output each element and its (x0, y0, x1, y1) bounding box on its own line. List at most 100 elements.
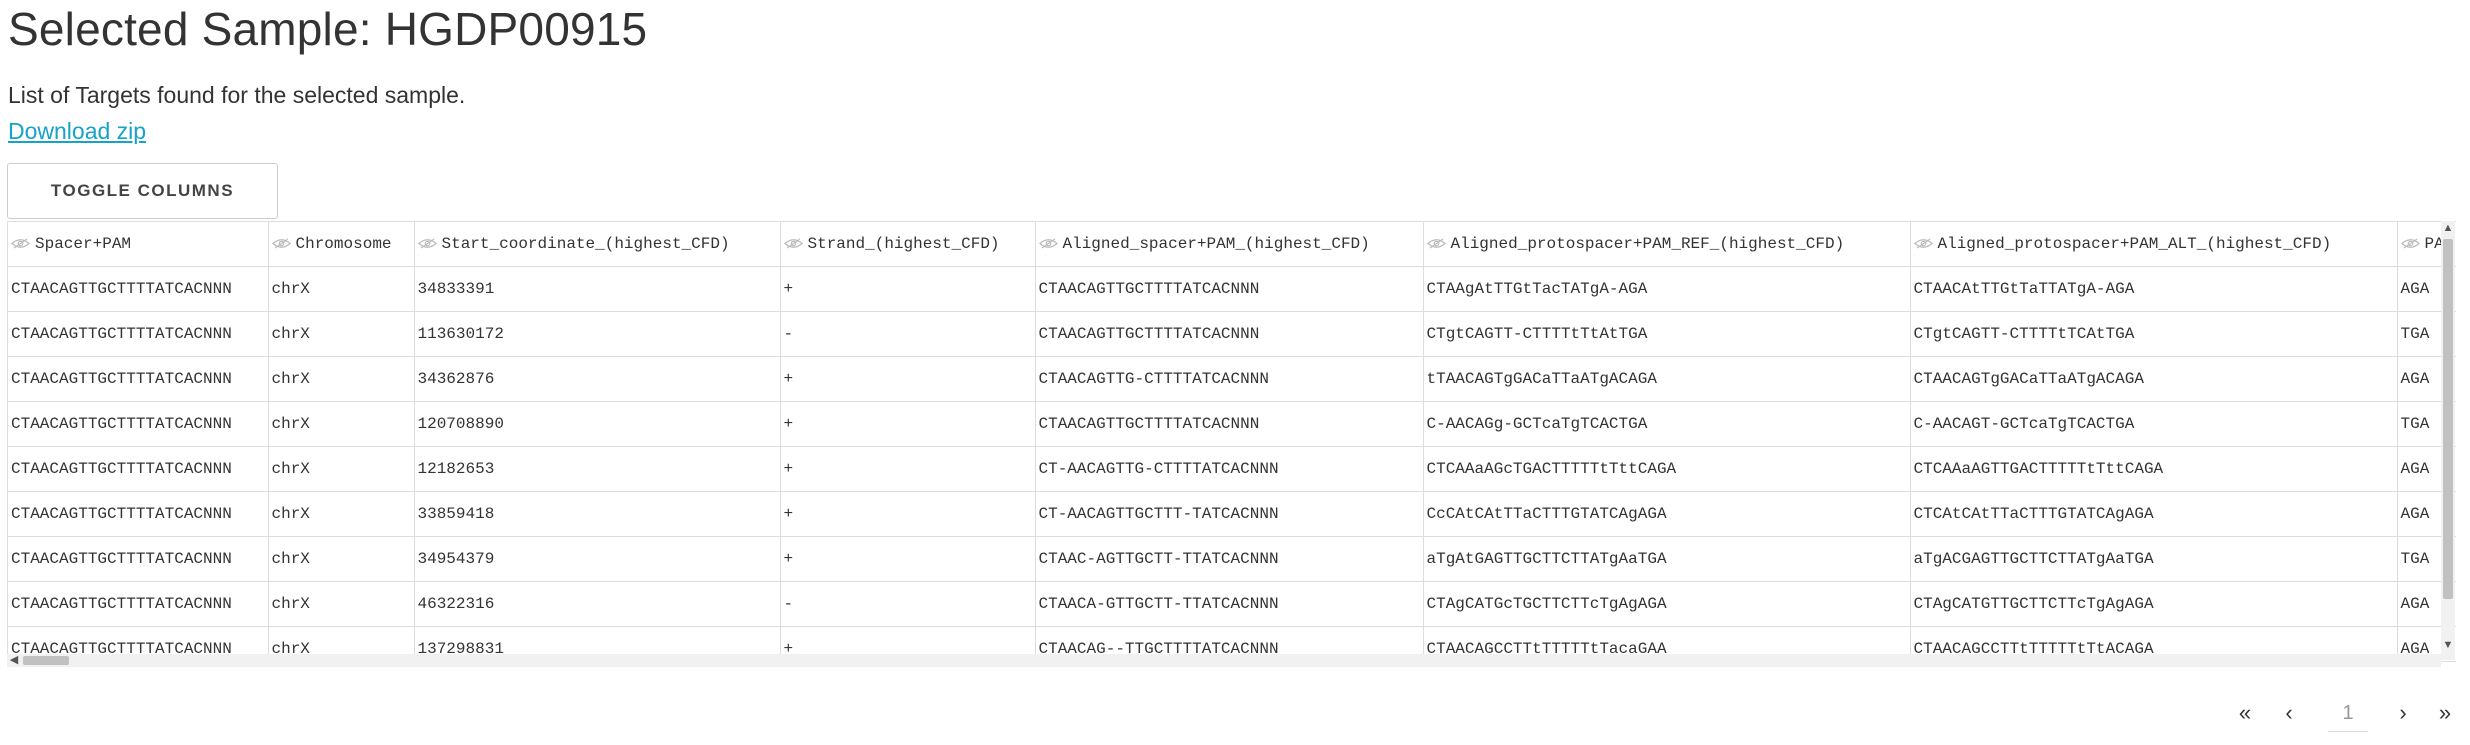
targets-table: Spacer+PAM Chromosome Start_coordinate_(hi… (8, 222, 2456, 661)
table-cell: tTAACAGTgGACaTTaATgACAGA (1423, 356, 1911, 402)
column-header[interactable]: Aligned_protospacer+PAM_REF_(highest_CFD… (1423, 222, 1911, 267)
column-header[interactable]: Aligned_spacer+PAM_(highest_CFD) (1035, 222, 1424, 267)
table-cell: 46322316 (414, 581, 781, 627)
table-cell: + (780, 491, 1036, 537)
table-cell: chrX (268, 356, 415, 402)
table-cell: 33859418 (414, 491, 781, 537)
column-header-label: Aligned_protospacer+PAM_REF_(highest_CFD… (1450, 235, 1845, 253)
table-cell: chrX (268, 446, 415, 492)
table-cell: CTAACAtTTGtTaTTATgA-AGA (1910, 266, 2398, 312)
table-cell: aTgACGAGTTGCTTCTTATgAaTGA (1910, 536, 2398, 582)
table-cell: CTCAAaAGcTGACTTTTTtTttCAGA (1423, 446, 1911, 492)
table-row: CTAACAGTTGCTTTTATCACNNN chrX 120708890 + CTA… (8, 401, 2456, 447)
last-page-button[interactable]: » (2432, 695, 2458, 731)
current-page-number[interactable]: 1 (2328, 695, 2368, 732)
column-header-label: Aligned_protospacer+PAM_ALT_(highest_CFD… (1937, 235, 2332, 253)
table-cell: CTAACAGTTG-CTTTTATCACNNN (1035, 356, 1424, 402)
horizontal-scrollbar[interactable]: ◀ (7, 654, 2441, 667)
first-page-button[interactable]: « (2232, 695, 2258, 731)
table-row: CTAACAGTTGCTTTTATCACNNN chrX 34362876 + CTAA… (8, 356, 2456, 402)
column-header[interactable]: Chromosome (268, 222, 415, 267)
column-header-label: Strand_(highest_CFD) (807, 235, 1000, 253)
eye-slash-icon[interactable] (783, 238, 803, 249)
table-cell: + (780, 356, 1036, 402)
column-header-label: Chromosome (295, 235, 392, 253)
table-cell: CTAACAGTTGCTTTTATCACNNN (1035, 266, 1424, 312)
column-header[interactable]: Strand_(highest_CFD) (780, 222, 1036, 267)
vertical-scrollbar[interactable]: ▲ ▼ (2441, 221, 2455, 660)
table-cell: + (780, 536, 1036, 582)
toggle-columns-button[interactable]: TOGGLE COLUMNS (7, 163, 278, 219)
scroll-down-icon[interactable]: ▼ (2441, 638, 2455, 652)
eye-slash-icon[interactable] (11, 238, 30, 249)
table-cell: CTAACAGTTGCTTTTATCACNNN (8, 356, 269, 402)
table-cell: C-AACAGg-GCTcaTgTCACTGA (1423, 401, 1911, 447)
next-page-button[interactable]: › (2390, 695, 2416, 731)
page-title: Selected Sample: HGDP00915 (8, 3, 648, 55)
scroll-up-icon[interactable]: ▲ (2441, 221, 2455, 235)
table-row: CTAACAGTTGCTTTTATCACNNN chrX 33859418 + CT-A… (8, 491, 2456, 537)
table-header-row: Spacer+PAM Chromosome Start_coordinate_(hi… (8, 222, 2456, 267)
column-header-label: Aligned_spacer+PAM_(highest_CFD) (1062, 235, 1370, 253)
horizontal-scroll-thumb[interactable] (23, 656, 69, 665)
table-cell: - (780, 311, 1036, 357)
table-cell: CTAACAGTTGCTTTTATCACNNN (8, 446, 269, 492)
table-cell: CTAACA-GTTGCTT-TTATCACNNN (1035, 581, 1424, 627)
column-header[interactable]: Spacer+PAM (8, 222, 269, 267)
table-cell: CTAACAGTTGCTTTTATCACNNN (1035, 311, 1424, 357)
table-cell: 34833391 (414, 266, 781, 312)
eye-slash-icon[interactable] (1038, 238, 1058, 249)
table-cell: + (780, 266, 1036, 312)
description-text: List of Targets found for the selected s… (8, 82, 466, 108)
table-cell: 12182653 (414, 446, 781, 492)
table-cell: + (780, 446, 1036, 492)
vertical-scroll-thumb[interactable] (2443, 239, 2453, 599)
table-cell: CTgtCAGTT-CTTTTtTCAtTGA (1910, 311, 2398, 357)
table-cell: CTAAgAtTTGtTacTATgA-AGA (1423, 266, 1911, 312)
eye-slash-icon[interactable] (1426, 238, 1446, 249)
table-cell: 34954379 (414, 536, 781, 582)
table-cell: CTAACAGTTGCTTTTATCACNNN (8, 536, 269, 582)
download-zip-link[interactable]: Download zip (8, 118, 146, 145)
table-cell: CTgtCAGTT-CTTTTtTtAtTGA (1423, 311, 1911, 357)
table-row: CTAACAGTTGCTTTTATCACNNN chrX 12182653 + CT-A… (8, 446, 2456, 492)
table-cell: 113630172 (414, 311, 781, 357)
eye-slash-icon[interactable] (1913, 238, 1933, 249)
table-cell: - (780, 581, 1036, 627)
table-cell: + (780, 401, 1036, 447)
table-cell: CTAACAGTTGCTTTTATCACNNN (1035, 401, 1424, 447)
table-cell: CTAACAGTTGCTTTTATCACNNN (8, 491, 269, 537)
table-cell: chrX (268, 311, 415, 357)
table-cell: chrX (268, 266, 415, 312)
table-cell: CTAACAGTTGCTTTTATCACNNN (8, 266, 269, 312)
table-row: CTAACAGTTGCTTTTATCACNNN chrX 113630172- CTA… (8, 311, 2456, 357)
table-cell: CTAgCATGcTGCTTCTTcTgAgAGA (1423, 581, 1911, 627)
table-cell: 34362876 (414, 356, 781, 402)
table-cell: CTAgCATGTTGCTTCTTcTgAgAGA (1910, 581, 2398, 627)
eye-slash-icon[interactable] (2400, 238, 2420, 249)
column-header[interactable]: Start_coordinate_(highest_CFD) (414, 222, 781, 267)
table-cell: CT-AACAGTTGCTTT-TATCACNNN (1035, 491, 1424, 537)
table-cell: CTAAC-AGTTGCTT-TTATCACNNN (1035, 536, 1424, 582)
table-cell: CTCAtCAtTTaCTTTGTATCAgAGA (1910, 491, 2398, 537)
eye-slash-icon[interactable] (417, 238, 437, 249)
column-header[interactable]: Aligned_protospacer+PAM_ALT_(highest_CFD… (1910, 222, 2398, 267)
table-cell: CTAACAGTTGCTTTTATCACNNN (8, 581, 269, 627)
table-cell: C-AACAGT-GCTcaTgTCACTGA (1910, 401, 2398, 447)
table-cell: chrX (268, 401, 415, 447)
table-cell: CTAACAGTgGACaTTaATgACAGA (1910, 356, 2398, 402)
scroll-left-icon[interactable]: ◀ (7, 654, 21, 667)
targets-table-container[interactable]: Spacer+PAM Chromosome Start_coordinate_(hi… (7, 221, 2456, 662)
table-cell: CTCAAaAGTTGACTTTTTtTttCAGA (1910, 446, 2398, 492)
table-cell: chrX (268, 581, 415, 627)
table-cell: chrX (268, 536, 415, 582)
column-header-label: Start_coordinate_(highest_CFD) (441, 235, 730, 253)
previous-page-button[interactable]: ‹ (2276, 695, 2302, 731)
table-cell: 120708890 (414, 401, 781, 447)
table-cell: CcCAtCAtTTaCTTTGTATCAgAGA (1423, 491, 1911, 537)
table-cell: chrX (268, 491, 415, 537)
column-header-label: Spacer+PAM (35, 235, 132, 253)
eye-slash-icon[interactable] (271, 238, 291, 249)
table-cell: CTAACAGTTGCTTTTATCACNNN (8, 311, 269, 357)
table-cell: CT-AACAGTTG-CTTTTATCACNNN (1035, 446, 1424, 492)
